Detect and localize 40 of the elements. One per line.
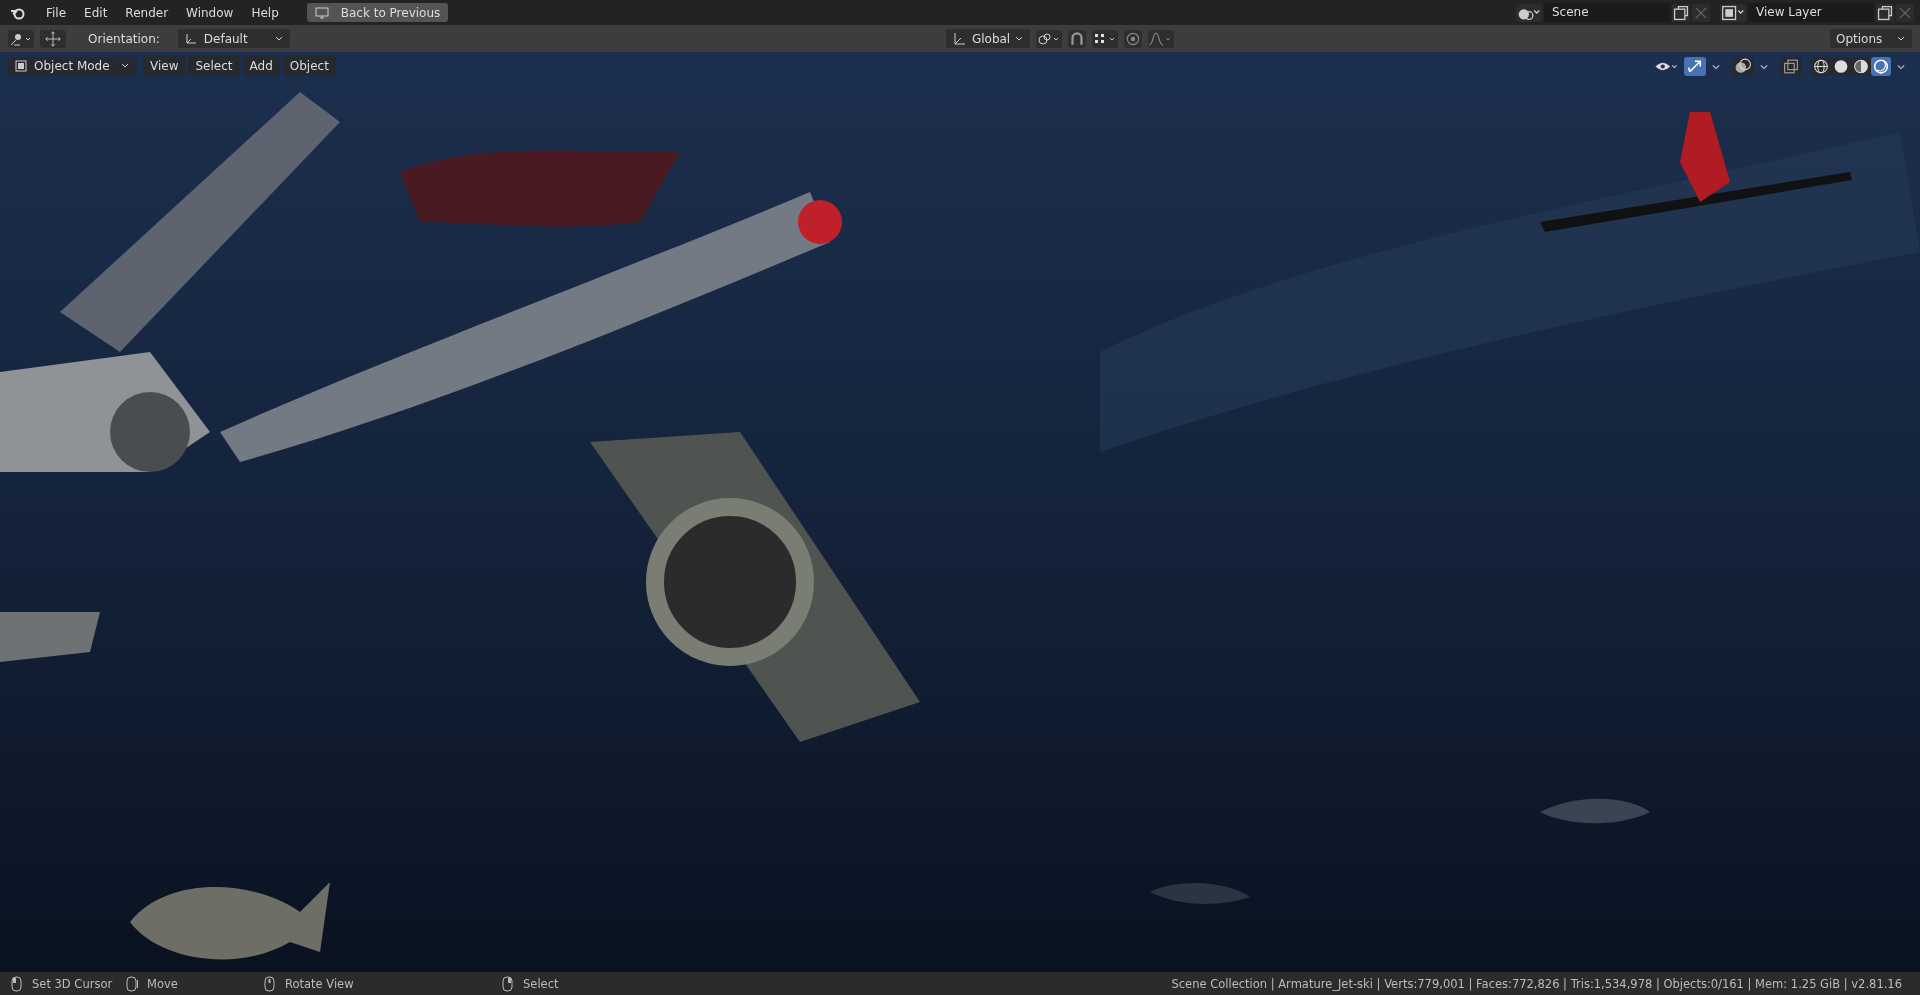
cube-icon — [14, 59, 28, 73]
status-hint: Move — [147, 976, 178, 991]
status-hint: Select — [523, 976, 559, 991]
mouse-left-icon — [10, 975, 24, 992]
viewport-menu-item[interactable]: Object — [282, 56, 336, 76]
menu-item[interactable]: Edit — [76, 3, 116, 22]
scene-icon[interactable] — [1516, 3, 1542, 22]
snap-magnet-icon[interactable] — [1067, 29, 1086, 48]
menu-item[interactable]: Window — [178, 3, 242, 22]
axes-icon — [183, 31, 198, 46]
orientation-dropdown[interactable]: Default — [177, 29, 290, 48]
status-hint: Rotate View — [285, 976, 354, 991]
orientation-label: Orientation: — [88, 31, 160, 46]
grid-snap-icon[interactable] — [1091, 29, 1118, 48]
tool-icon[interactable] — [8, 29, 34, 48]
monitor-icon — [314, 5, 329, 20]
viewport-menu-item[interactable]: Add — [242, 56, 280, 76]
menu-item[interactable]: Render — [117, 3, 177, 22]
proportional-edit-icon[interactable] — [1123, 29, 1142, 48]
viewport-menu-item[interactable]: View — [143, 56, 186, 76]
pivot-icon[interactable] — [1035, 29, 1062, 48]
view-layer-field[interactable]: View Layer — [1748, 3, 1874, 22]
mouse-drag-icon — [125, 975, 139, 992]
transform-orientation-dropdown[interactable]: Global — [945, 29, 1030, 48]
scene-statistics: Scene Collection | Armature_Jet-ski | Verts:779,001 | Faces:772,826 | Tris:1,534,978 | Objects:0/161 | Mem: 1.25 GiB | v2.81.16 — [1171, 976, 1902, 991]
falloff-curve-icon[interactable] — [1147, 29, 1174, 48]
copy-icon[interactable] — [1876, 3, 1894, 22]
menu-item[interactable]: Help — [243, 3, 287, 22]
scene-field[interactable]: Scene — [1544, 3, 1670, 22]
options-dropdown[interactable]: Options — [1830, 29, 1912, 48]
menu-item[interactable]: File — [38, 3, 75, 22]
viewport-menu-item[interactable]: Select — [188, 56, 240, 76]
back-to-previous-button[interactable]: Back to Previous — [306, 3, 449, 22]
copy-icon[interactable] — [1672, 3, 1690, 22]
mouse-right-icon — [501, 975, 515, 992]
mouse-middle-icon — [263, 975, 277, 992]
axes-icon — [951, 31, 966, 46]
status-hint: Set 3D Cursor — [32, 976, 113, 991]
view-layer-icon[interactable] — [1720, 3, 1746, 22]
move-arrows-icon[interactable] — [40, 29, 66, 48]
